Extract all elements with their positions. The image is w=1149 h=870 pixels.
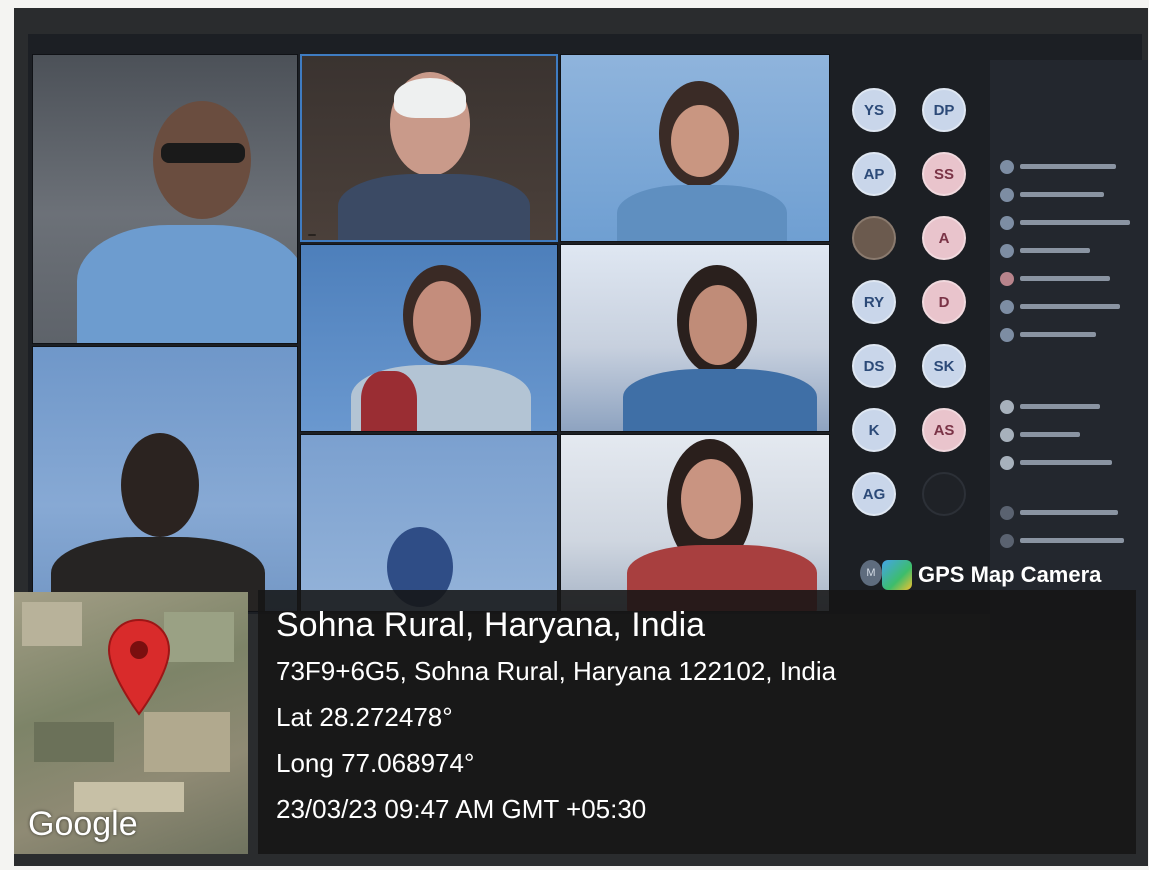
location-title: Sohna Rural, Haryana, India <box>276 606 706 644</box>
participant-list-item[interactable] <box>1000 300 1148 316</box>
participant-list-item[interactable] <box>1000 216 1148 232</box>
video-tile-4[interactable] <box>560 54 830 242</box>
participant-list-item[interactable] <box>1000 506 1148 522</box>
participant-avatar-grid: YS DP AP SS A RY D DS SK K AS AG <box>838 88 986 558</box>
participant-avatar[interactable]: DP <box>922 88 966 132</box>
participant-avatar[interactable]: DS <box>852 344 896 388</box>
participant-avatar[interactable]: RY <box>852 280 896 324</box>
gps-camera-icon <box>882 560 912 590</box>
video-tile-6[interactable] <box>560 244 830 432</box>
video-tile-1[interactable] <box>32 54 298 344</box>
video-tile-2[interactable] <box>32 346 298 612</box>
participant-avatar[interactable]: AG <box>852 472 896 516</box>
participant-avatar-photo[interactable] <box>852 216 896 260</box>
participant-avatar[interactable]: A <box>922 216 966 260</box>
participant-avatar[interactable]: AS <box>922 408 966 452</box>
participant-list-item[interactable] <box>1000 456 1148 472</box>
location-longitude: Long 77.068974° <box>276 748 475 778</box>
photo-frame: YS DP AP SS A RY D DS SK K AS AG Google … <box>14 8 1148 866</box>
participant-avatar[interactable]: K <box>852 408 896 452</box>
participant-avatar[interactable]: YS <box>852 88 896 132</box>
location-address: 73F9+6G5, Sohna Rural, Haryana 122102, I… <box>276 656 837 686</box>
location-datetime: 23/03/23 09:47 AM GMT +05:30 <box>276 794 647 824</box>
video-tile-7[interactable] <box>300 434 558 612</box>
participant-list-item[interactable] <box>1000 188 1148 204</box>
participants-panel <box>990 60 1148 640</box>
participant-avatar[interactable]: AP <box>852 152 896 196</box>
participant-list-item[interactable] <box>1000 272 1148 288</box>
map-pin-icon <box>107 618 171 716</box>
participant-list-item[interactable] <box>1000 328 1148 344</box>
google-logo: Google <box>28 805 138 843</box>
participant-list-item[interactable] <box>1000 160 1148 176</box>
video-tile-5[interactable] <box>300 244 558 432</box>
location-stamp: Sohna Rural, Haryana, India 73F9+6G5, So… <box>258 590 1136 854</box>
participant-list-item[interactable] <box>1000 534 1148 550</box>
video-call-screen: YS DP AP SS A RY D DS SK K AS AG <box>28 34 1148 640</box>
participant-chip: M <box>860 560 882 586</box>
participant-list-item[interactable] <box>1000 400 1148 416</box>
participant-list-item[interactable] <box>1000 428 1148 444</box>
participant-avatar[interactable]: SS <box>922 152 966 196</box>
participant-avatar[interactable]: SK <box>922 344 966 388</box>
participant-list-item[interactable] <box>1000 244 1148 260</box>
participant-name-label <box>308 234 316 236</box>
gps-app-name: GPS Map Camera <box>918 562 1102 587</box>
participant-avatar-empty[interactable] <box>922 472 966 516</box>
video-tile-8[interactable] <box>560 434 830 612</box>
location-latitude: Lat 28.272478° <box>276 702 453 732</box>
participant-avatar[interactable]: D <box>922 280 966 324</box>
video-tile-3[interactable] <box>300 54 558 242</box>
gps-app-badge: M GPS Map Camera <box>860 556 1132 594</box>
map-thumbnail: Google <box>14 592 248 854</box>
